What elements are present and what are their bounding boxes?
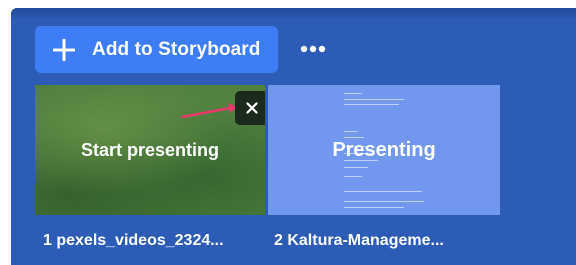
more-icon bbox=[300, 45, 326, 53]
thumbnail-document[interactable]: Presenting bbox=[268, 85, 500, 215]
presenting-label: Presenting bbox=[332, 139, 436, 161]
arrow-icon bbox=[180, 103, 238, 119]
close-icon bbox=[245, 102, 258, 114]
remove-thumbnail-button[interactable] bbox=[235, 91, 265, 125]
thumbnail-caption: 2 Kaltura-Manageme... bbox=[274, 232, 444, 249]
add-to-storyboard-button[interactable]: Add to Storyboard bbox=[35, 26, 278, 73]
add-button-label: Add to Storyboard bbox=[92, 38, 261, 60]
plus-icon bbox=[53, 38, 75, 61]
top-shadow bbox=[11, 8, 576, 20]
more-options-button[interactable] bbox=[295, 30, 331, 68]
thumbnail-video[interactable]: Start presenting bbox=[35, 85, 265, 215]
thumbnail-caption: 1 pexels_videos_2324... bbox=[43, 232, 224, 249]
storyboard-panel: Add to Storyboard Start presenting Prese… bbox=[11, 8, 576, 265]
start-presenting-label: Start presenting bbox=[80, 140, 220, 160]
